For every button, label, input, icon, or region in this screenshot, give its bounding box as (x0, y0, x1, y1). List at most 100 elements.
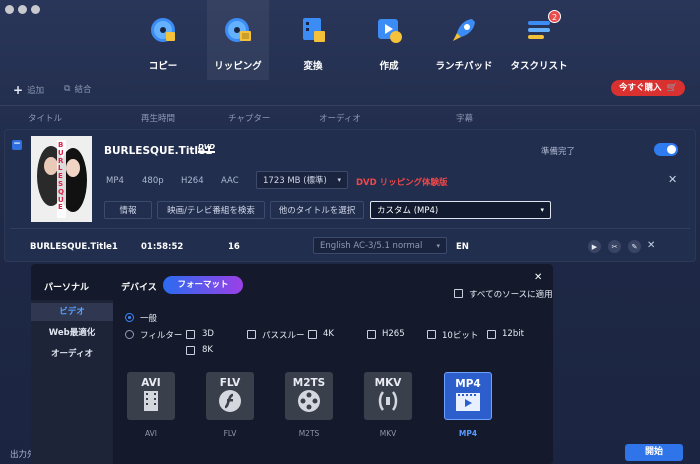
merge-icon: ⧉ (64, 84, 71, 94)
film-reel-icon (298, 390, 320, 412)
film-convert-icon (299, 16, 327, 44)
disc-rip-icon (224, 16, 252, 44)
add-button[interactable]: + 追加 (13, 83, 44, 97)
remove-item-icon[interactable]: ✕ (668, 173, 677, 186)
apply-all-label: すべてのソースに適用 (469, 290, 553, 300)
filter-4k-checkbox[interactable] (308, 330, 317, 339)
play-icon[interactable]: ▶ (588, 240, 601, 253)
trial-label: 体験版 (422, 178, 448, 188)
search-movie-button[interactable]: 映画/テレビ番組を検索 (157, 201, 265, 219)
window-minimize-button[interactable] (18, 5, 27, 14)
task-count-badge: 2 (548, 10, 561, 23)
merge-label: 結合 (74, 85, 92, 95)
meta-resolution: 480p (142, 176, 164, 186)
nav-label: タスクリスト (510, 61, 568, 72)
item-title: BURLESQUE.Title1 (104, 145, 213, 157)
col-audio: オーディオ (319, 114, 361, 124)
enable-toggle[interactable] (654, 143, 678, 156)
start-button[interactable]: 開始 (625, 444, 683, 461)
cut-icon[interactable]: ✂ (608, 240, 621, 253)
track-name: BURLESQUE.Title1 (30, 242, 118, 252)
personal-tab[interactable]: パーソナル (44, 280, 89, 293)
audio-track-value: English AC-3/5.1 normal (320, 240, 423, 251)
window-close-button[interactable] (5, 5, 14, 14)
filter-12bit-checkbox[interactable] (487, 330, 496, 339)
panel-divider (10, 228, 690, 229)
track-chapters: 16 (228, 242, 240, 252)
meta-audio-codec: AAC (221, 176, 239, 186)
header-divider (0, 105, 700, 106)
ripping-label: DVD リッピング (356, 178, 423, 188)
movie-poster: BURLESQUE (31, 136, 92, 222)
filter-3d-checkbox[interactable] (186, 330, 195, 339)
nav-convert[interactable]: 変換 (282, 0, 344, 80)
cart-icon: 🛒 (666, 83, 678, 93)
audio-track-select[interactable]: English AC-3/5.1 normal ▾ (313, 237, 447, 254)
col-subtitle: 字幕 (456, 114, 474, 124)
close-popup-icon[interactable]: ✕ (534, 272, 542, 283)
format-name: MKV (374, 377, 402, 389)
format-avi[interactable]: AVI (127, 372, 175, 420)
rocket-icon (450, 16, 478, 44)
general-radio[interactable] (125, 313, 134, 322)
format-label: AVI (145, 429, 157, 438)
info-button[interactable]: 情報 (104, 201, 152, 219)
nav-tasklist[interactable]: 2 タスクリスト (508, 0, 570, 80)
size-value: 1723 MB (標準) (263, 176, 327, 186)
filter-8k-checkbox[interactable] (186, 346, 195, 355)
filter-h265-checkbox[interactable] (367, 330, 376, 339)
track-duration: 01:58:52 (141, 242, 184, 252)
apply-all-checkbox[interactable] (454, 289, 463, 298)
plus-icon: + (13, 83, 24, 97)
general-label: 一般 (140, 314, 158, 324)
select-title-button[interactable]: 他のタイトルを選択 (270, 201, 364, 219)
size-select[interactable]: 1723 MB (標準) ▾ (256, 171, 348, 189)
video-create-icon (375, 16, 403, 44)
format-label: M2TS (298, 429, 320, 438)
window-zoom-button[interactable] (31, 5, 40, 14)
meta-format: MP4 (106, 176, 124, 186)
col-chapter: チャプター (228, 114, 271, 124)
buy-now-button[interactable]: 今すぐ購入 🛒 (611, 80, 686, 96)
poster-title: BURLESQUE (58, 141, 64, 212)
filter-h265-label: H265 (382, 329, 405, 339)
filter-passthrough-label: パススルー (262, 331, 305, 341)
filter-10bit-label: 10ビット (442, 331, 479, 341)
format-name: FLV (219, 377, 241, 389)
add-label: 追加 (27, 86, 45, 96)
chevron-down-icon: ▾ (540, 206, 544, 214)
format-label: MKV (379, 429, 397, 438)
nav-ripping[interactable]: リッピング (207, 0, 269, 80)
format-flv[interactable]: FLV (206, 372, 254, 420)
filter-10bit-checkbox[interactable] (427, 330, 436, 339)
tab-format[interactable]: フォーマット (163, 276, 243, 294)
nav-copy[interactable]: コピー (132, 0, 194, 80)
filter-passthrough-checkbox[interactable] (247, 330, 256, 339)
remove-track-icon[interactable]: ✕ (647, 240, 655, 251)
status-text: 準備完了 (541, 147, 576, 157)
edit-icon[interactable]: ✎ (628, 240, 641, 253)
buy-label: 今すぐ購入 (619, 83, 662, 93)
flash-icon (219, 390, 241, 412)
side-item-video[interactable]: ビデオ (31, 303, 113, 321)
task-list-icon: 2 (525, 10, 561, 44)
format-mkv[interactable]: MKV (364, 372, 412, 420)
nav-launchpad[interactable]: ランチパッド (433, 0, 495, 80)
nav-label: 変換 (303, 61, 323, 72)
filter-radio[interactable] (125, 330, 134, 339)
tab-device[interactable]: デバイス (121, 280, 157, 293)
film-strip-icon (144, 391, 158, 411)
nav-label: 作成 (379, 61, 399, 72)
collapse-checkbox[interactable]: − (12, 140, 22, 150)
filter-label: フィルター (140, 331, 183, 341)
format-mp4[interactable]: MP4 (444, 372, 492, 420)
profile-select[interactable]: カスタム (MP4) ▾ (370, 201, 551, 219)
side-item-audio[interactable]: オーディオ (31, 345, 113, 363)
nav-label: リッピング (214, 61, 262, 72)
format-m2ts[interactable]: M2TS (285, 372, 333, 420)
merge-button[interactable]: ⧉ 結合 (64, 83, 91, 95)
meta-codec: H264 (181, 176, 204, 186)
nav-create[interactable]: 作成 (358, 0, 420, 80)
format-name: MP4 (455, 378, 481, 390)
side-item-web[interactable]: Web最適化 (31, 324, 113, 342)
